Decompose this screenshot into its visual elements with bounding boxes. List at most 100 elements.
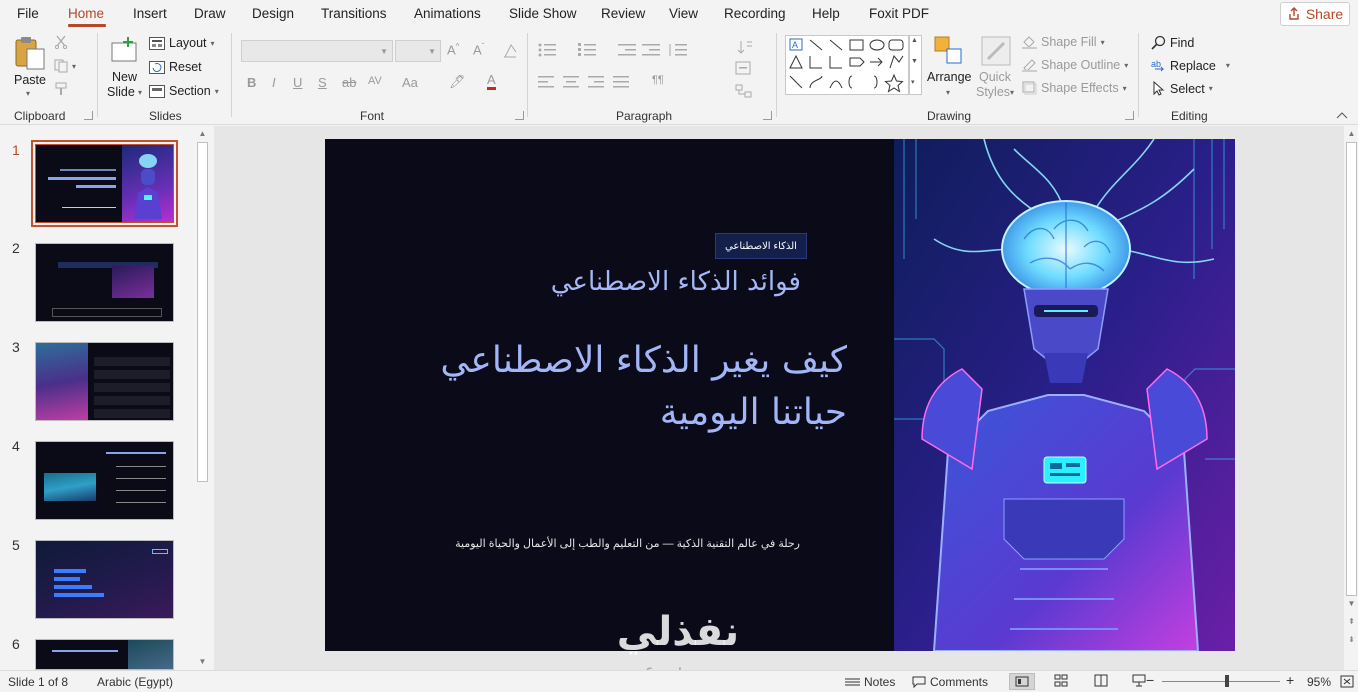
strikethrough-icon[interactable]: ab — [342, 75, 356, 90]
paste-button[interactable]: Paste ▾ — [10, 33, 50, 99]
menu-slide-show[interactable]: Slide Show — [509, 6, 577, 21]
topic-tag-badge[interactable]: الذكاء الاصطناعي — [715, 233, 807, 259]
arrange-button[interactable]: Arrange ▾ — [926, 33, 972, 103]
shape-outline-button[interactable]: Shape Outline ▾ — [1022, 58, 1128, 72]
numbering-icon[interactable] — [578, 43, 598, 57]
shape-fill-button[interactable]: Shape Fill ▾ — [1022, 35, 1105, 49]
menu-file[interactable]: File — [17, 6, 39, 21]
normal-view-button[interactable] — [1009, 673, 1035, 690]
menu-home[interactable]: Home — [68, 6, 104, 21]
collapse-ribbon-icon[interactable] — [1336, 111, 1348, 119]
status-bar: Slide 1 of 8 Arabic (Egypt) Notes Commen… — [0, 670, 1358, 692]
shapes-gallery-scroll[interactable]: ▲ ▼ ▾ — [909, 35, 922, 95]
ribbon: Paste ▾ ▾ Clipboard New Slide ▾ Layout ▾ … — [0, 29, 1358, 125]
reading-view-button[interactable] — [1089, 673, 1115, 690]
increase-indent-icon[interactable] — [642, 43, 660, 57]
bullets-icon[interactable] — [538, 43, 558, 57]
share-label: Share — [1305, 6, 1344, 22]
text-direction-icon[interactable] — [737, 39, 753, 55]
slide-thumbnail-1[interactable] — [31, 140, 178, 227]
slide-thumbnail-3[interactable] — [35, 342, 174, 421]
shapes-gallery[interactable]: A — [785, 35, 909, 95]
thumbnail-scrollbar[interactable]: ▲ ▼ — [196, 128, 209, 668]
change-case-icon[interactable]: Aa — [402, 75, 418, 90]
rtl-icon[interactable]: ¶¶ — [652, 74, 664, 86]
select-button[interactable]: Select ▾ — [1151, 81, 1213, 96]
slide-subtitle[interactable]: فوائد الذكاء الاصطناعي — [505, 267, 801, 297]
increase-font-icon[interactable]: A^ — [447, 42, 459, 57]
zoom-out-button[interactable]: − — [1146, 672, 1154, 688]
slide-thumbnail-6[interactable] — [35, 639, 174, 670]
robot-illustration — [894, 139, 1235, 651]
comments-button[interactable]: Comments — [912, 675, 988, 689]
align-center-icon[interactable] — [563, 76, 579, 88]
justify-icon[interactable] — [613, 76, 629, 88]
share-button[interactable]: Share — [1280, 2, 1350, 26]
find-button[interactable]: Find — [1151, 35, 1194, 50]
menu-transitions[interactable]: Transitions — [321, 6, 387, 21]
align-right-icon[interactable] — [588, 76, 604, 88]
drawing-launcher[interactable] — [1125, 111, 1134, 120]
font-launcher[interactable] — [515, 111, 524, 120]
format-painter-icon[interactable] — [54, 82, 70, 96]
language-indicator[interactable]: Arabic (Egypt) — [97, 675, 173, 689]
font-name-combo[interactable]: ▼ — [241, 40, 393, 62]
line-spacing-icon[interactable] — [668, 43, 688, 57]
slide-thumbnail-5[interactable] — [35, 540, 174, 619]
slide-canvas[interactable]: الذكاء الاصطناعي فوائد الذكاء الاصطناعي … — [325, 139, 1235, 651]
zoom-level[interactable]: 95% — [1307, 675, 1331, 689]
slide-thumbnail-2[interactable] — [35, 243, 174, 322]
editor-scrollbar[interactable]: ▲ ▼ ⇞ ⇟ — [1344, 126, 1358, 670]
font-size-combo[interactable]: ▼ — [395, 40, 441, 62]
notes-icon — [845, 678, 860, 686]
menu-view[interactable]: View — [669, 6, 698, 21]
zoom-slider[interactable] — [1162, 681, 1280, 682]
slide-thumbnail-pane: 1 2 3 4 5 6 — [0, 126, 212, 670]
menu-foxit-pdf[interactable]: Foxit PDF — [869, 6, 929, 21]
zoom-slider-thumb[interactable] — [1225, 675, 1229, 687]
slide-title[interactable]: كيف يغير الذكاء الاصطناعي حياتنا اليومية — [365, 335, 847, 439]
highlight-icon[interactable]: 🖊 — [449, 74, 466, 90]
reset-button[interactable]: Reset — [149, 60, 202, 74]
section-button[interactable]: Section ▾ — [149, 84, 219, 98]
paragraph-launcher[interactable] — [763, 111, 772, 120]
align-left-icon[interactable] — [538, 76, 554, 88]
menu-insert[interactable]: Insert — [133, 6, 167, 21]
menu-review[interactable]: Review — [601, 6, 645, 21]
menu-draw[interactable]: Draw — [194, 6, 226, 21]
menu-help[interactable]: Help — [812, 6, 840, 21]
italic-icon[interactable]: I — [272, 75, 276, 90]
shadow-icon[interactable]: S — [318, 75, 327, 90]
zoom-in-button[interactable]: + — [1286, 672, 1294, 688]
decrease-indent-icon[interactable] — [618, 43, 636, 57]
fit-to-window-icon[interactable] — [1340, 675, 1354, 688]
normal-view-icon — [1015, 676, 1029, 687]
section-label: Section — [169, 84, 211, 98]
slide-tagline[interactable]: رحلة في عالم التقنية الذكية — من التعليم… — [405, 537, 800, 550]
bold-icon[interactable]: B — [247, 75, 256, 90]
shape-effects-button[interactable]: Shape Effects ▾ — [1022, 81, 1127, 95]
font-color-icon[interactable]: A — [487, 73, 496, 90]
decrease-font-icon[interactable]: Aˇ — [473, 42, 484, 57]
layout-button[interactable]: Layout ▾ — [149, 36, 215, 50]
new-slide-button[interactable]: New Slide ▾ — [106, 33, 144, 103]
underline-icon[interactable]: U — [293, 75, 302, 90]
robot-brain-image[interactable] — [894, 139, 1235, 651]
cut-icon[interactable] — [54, 35, 68, 49]
smartart-icon[interactable] — [735, 84, 753, 98]
clear-formatting-icon[interactable] — [502, 43, 518, 59]
menu-design[interactable]: Design — [252, 6, 294, 21]
notes-button[interactable]: Notes — [845, 675, 895, 689]
align-text-icon[interactable] — [735, 61, 753, 75]
menu-recording[interactable]: Recording — [724, 6, 786, 21]
slide-number-4: 4 — [12, 438, 20, 454]
character-spacing-icon[interactable]: AV — [368, 75, 382, 87]
paste-label: Paste — [14, 73, 46, 87]
replace-button[interactable]: ab Replace ▾ — [1151, 58, 1230, 73]
clipboard-launcher[interactable] — [84, 111, 93, 120]
quick-styles-button[interactable]: Quick Styles ▾ — [976, 33, 1016, 103]
menu-animations[interactable]: Animations — [414, 6, 481, 21]
slide-thumbnail-4[interactable] — [35, 441, 174, 520]
copy-icon[interactable] — [54, 59, 70, 73]
slide-sorter-button[interactable] — [1049, 673, 1075, 690]
